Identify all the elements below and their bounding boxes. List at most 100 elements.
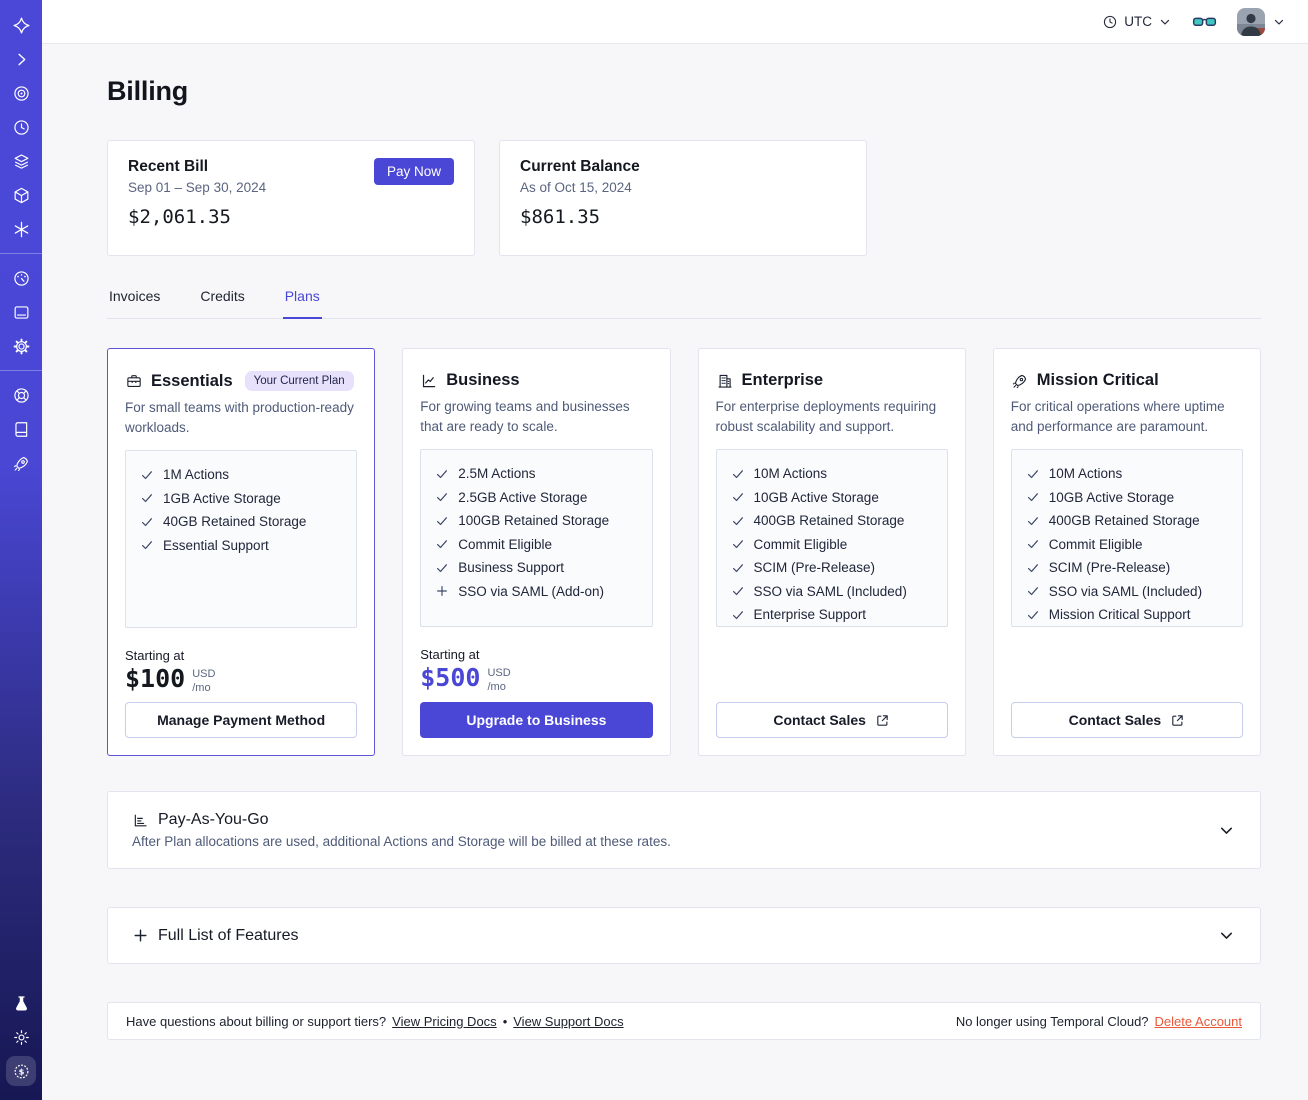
feature-mark-icon: [435, 490, 449, 504]
billing-summary-row: Recent Bill Sep 01 – Sep 30, 2024 $2,061…: [107, 140, 1261, 256]
plan-name: Enterprise: [741, 371, 824, 389]
tab-invoices[interactable]: Invoices: [107, 282, 162, 318]
sidebar-rocket-icon[interactable]: [0, 446, 42, 480]
plan-cta-button[interactable]: Contact Sales: [715, 702, 948, 738]
accordion-section[interactable]: Full List of Features: [107, 907, 1261, 964]
timezone-selector[interactable]: UTC: [1102, 14, 1172, 30]
recent-bill-amount: $2,061.35: [128, 206, 231, 228]
feature-label: 2.5M Actions: [458, 466, 536, 482]
accordion-left: Pay-As-You-Go After Plan allocations are…: [132, 811, 671, 849]
sidebar-layers-icon[interactable]: [0, 144, 42, 178]
sidebar-nexus-icon[interactable]: [0, 212, 42, 246]
feature-mark-icon: [731, 608, 745, 622]
plan-feature-item: Commit Eligible: [1026, 537, 1228, 552]
footer-link-view-pricing-docs[interactable]: View Pricing Docs: [392, 1014, 497, 1029]
plan-feature-item: 2.5M Actions: [435, 466, 637, 481]
plan-name: Essentials: [151, 371, 233, 390]
sidebar-usage-icon[interactable]: [0, 261, 42, 295]
footer-question: Have questions about billing or support …: [126, 1013, 387, 1029]
current-balance-title: Current Balance: [520, 158, 640, 175]
sidebar-invoices-card-icon[interactable]: [0, 295, 42, 329]
feature-label: Mission Critical Support: [1048, 607, 1191, 623]
accordion-icon: [132, 927, 149, 944]
feature-label: Commit Eligible: [1048, 536, 1143, 552]
plan-cta-label: Upgrade to Business: [466, 712, 607, 728]
feature-label: 400GB Retained Storage: [753, 513, 905, 529]
plan-currency: USD: [487, 667, 511, 680]
plan-cta-button[interactable]: Manage Payment Method: [125, 702, 358, 738]
feature-label: 400GB Retained Storage: [1048, 513, 1200, 529]
plan-feature-item: 1GB Active Storage: [140, 491, 342, 506]
plan-cta-label: Contact Sales: [773, 712, 866, 728]
sidebar-support-lifebuoy-icon[interactable]: [0, 378, 42, 412]
feature-mark-icon: [1026, 608, 1040, 622]
sidebar-chevron-right-icon[interactable]: [0, 42, 42, 76]
feature-mark-icon: [731, 584, 745, 598]
sidebar-theme-sun-icon[interactable]: [0, 1020, 42, 1054]
plan-feature-item: SCIM (Pre-Release): [731, 560, 933, 575]
pay-now-button[interactable]: Pay Now: [373, 158, 454, 185]
accessibility-glasses-button[interactable]: [1192, 9, 1217, 34]
accordion-title: Pay-As-You-Go: [158, 811, 269, 828]
plan-feature-item: Essential Support: [140, 538, 342, 553]
plan-features-box: 10M Actions 10GB Active Storage 400GB Re…: [1010, 449, 1243, 628]
plan-description: For growing teams and businesses that ar…: [420, 399, 630, 434]
accordion-icon: [132, 812, 149, 829]
feature-label: 2.5GB Active Storage: [458, 489, 588, 505]
feature-mark-icon: [1026, 561, 1040, 575]
tab-plans[interactable]: Plans: [282, 282, 322, 319]
feature-label: SSO via SAML (Included): [1048, 583, 1203, 599]
plan-card: Enterprise For enterprise deployments re…: [697, 348, 966, 756]
accordion-title-row: Pay-As-You-Go: [132, 811, 671, 829]
plan-description: For enterprise deployments requiring rob…: [715, 399, 937, 434]
sidebar-cube-icon[interactable]: [0, 178, 42, 212]
sidebar-lab-flask-icon[interactable]: [0, 986, 42, 1020]
sidebar-billing-dollar-icon[interactable]: [6, 1056, 36, 1086]
sidebar-namespaces-icon[interactable]: [0, 76, 42, 110]
feature-mark-icon: [1026, 584, 1040, 598]
plan-price: $100: [125, 664, 186, 694]
sidebar-temporal-logo-icon[interactable]: [0, 8, 42, 42]
plan-cta-label: Manage Payment Method: [157, 712, 326, 728]
chevron-down-icon: [1158, 15, 1172, 29]
footer-bar: Have questions about billing or support …: [107, 1002, 1261, 1040]
plan-feature-item: 10M Actions: [1026, 466, 1228, 481]
feature-label: SCIM (Pre-Release): [753, 560, 876, 576]
tab-credits[interactable]: Credits: [198, 282, 246, 318]
current-balance-card: Current Balance As of Oct 15, 2024 $861.…: [499, 140, 867, 256]
account-menu[interactable]: [1237, 7, 1286, 36]
plan-feature-item: 1M Actions: [140, 467, 342, 482]
plan-icon: [1011, 372, 1029, 390]
accordion-section[interactable]: Pay-As-You-Go After Plan allocations are…: [107, 791, 1261, 869]
plan-feature-item: 100GB Retained Storage: [435, 513, 637, 528]
plan-feature-item: 2.5GB Active Storage: [435, 490, 637, 505]
timezone-label: UTC: [1124, 14, 1152, 29]
footer-link-separator: •: [502, 1013, 508, 1029]
feature-mark-icon: [435, 584, 449, 598]
feature-mark-icon: [1026, 467, 1040, 481]
feature-mark-icon: [140, 468, 154, 482]
sidebar-docs-book-icon[interactable]: [0, 412, 42, 446]
footer-link-view-support-docs[interactable]: View Support Docs: [513, 1014, 623, 1029]
accordion-subtitle: After Plan allocations are used, additio…: [132, 834, 671, 849]
sidebar-settings-gear-icon[interactable]: [0, 329, 42, 363]
plan-features-box: 10M Actions 10GB Active Storage 400GB Re…: [715, 449, 948, 628]
sidebar-schedules-icon[interactable]: [0, 110, 42, 144]
plan-feature-item: 400GB Retained Storage: [1026, 513, 1228, 528]
feature-mark-icon: [140, 515, 154, 529]
page-title: Billing: [107, 76, 189, 106]
plan-cta-button[interactable]: Upgrade to Business: [420, 702, 653, 738]
feature-label: 1GB Active Storage: [163, 490, 281, 506]
delete-account-link[interactable]: Delete Account: [1155, 1014, 1242, 1029]
feature-label: 10GB Active Storage: [753, 489, 879, 505]
feature-mark-icon: [731, 514, 745, 528]
plan-features-box: 1M Actions 1GB Active Storage 40GB Retai…: [125, 450, 358, 629]
plan-cta-button[interactable]: Contact Sales: [1010, 702, 1243, 738]
feature-label: 10M Actions: [753, 466, 828, 482]
plan-name: Business: [446, 371, 520, 389]
feature-label: SCIM (Pre-Release): [1048, 560, 1171, 576]
starting-at-label: Starting at: [420, 647, 480, 663]
plan-feature-item: Business Support: [435, 560, 637, 575]
feature-mark-icon: [731, 537, 745, 551]
plan-icon: [125, 372, 143, 390]
